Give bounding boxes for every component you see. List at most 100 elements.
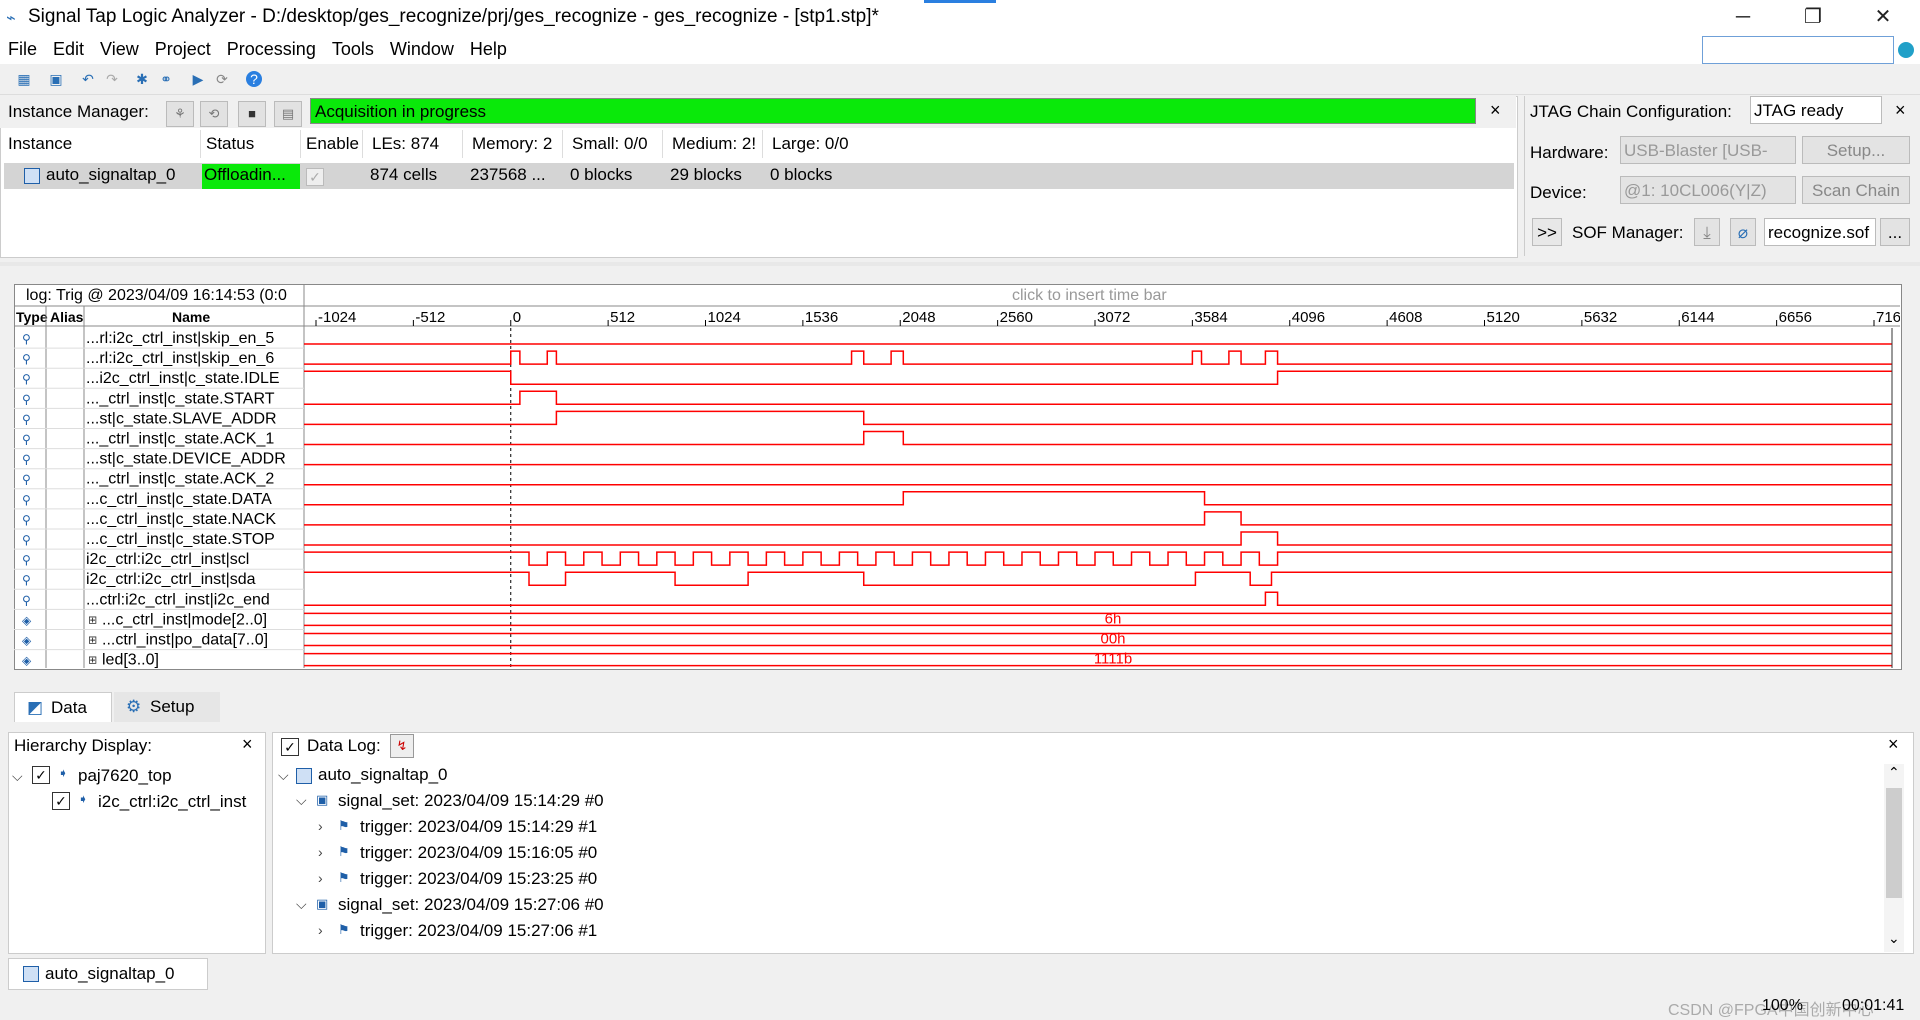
signal-name[interactable]: ...ctrl_inst|po_data[7..0]: [102, 632, 268, 649]
chevron-right-icon[interactable]: ›: [318, 844, 323, 860]
splitter[interactable]: [0, 262, 1920, 266]
instance-manager-close-button[interactable]: ×: [1490, 100, 1501, 121]
sof-file-field[interactable]: recognize.sof: [1764, 218, 1876, 246]
maximize-button[interactable]: ❐: [1790, 2, 1836, 32]
menu-file[interactable]: File: [0, 34, 45, 60]
chevron-right-icon[interactable]: ›: [318, 818, 323, 834]
signal-name[interactable]: i2c_ctrl:i2c_ctrl_inst|scl: [86, 551, 249, 568]
signal-name[interactable]: ...i2c_ctrl_inst|c_state.IDLE: [86, 370, 280, 387]
signal-name[interactable]: ..._ctrl_inst|c_state.ACK_1: [86, 431, 274, 448]
waveform-display[interactable]: -1024 -512 0 512 1024 1536 2048 2560 3072 3584 409…: [14, 284, 1900, 668]
data-log-scrollbar[interactable]: ⌃ ⌄: [1884, 764, 1904, 952]
menu-view[interactable]: View: [92, 34, 147, 60]
menu-help[interactable]: Help: [462, 34, 515, 60]
col-memory[interactable]: Memory: 2: [472, 134, 558, 154]
undo-icon[interactable]: ↶: [80, 71, 96, 87]
chevron-down-icon[interactable]: ⌵: [296, 792, 307, 809]
expand-bus-icon[interactable]: ⊞: [88, 654, 97, 667]
hierarchy-checkbox[interactable]: ✓: [52, 792, 70, 810]
setup-button[interactable]: Setup...: [1802, 136, 1910, 164]
col-les[interactable]: LEs: 874: [372, 134, 439, 154]
hardware-select[interactable]: USB-Blaster [USB-: [1620, 136, 1796, 164]
autorun-analysis-icon[interactable]: ⚘: [166, 101, 194, 127]
trigger-item[interactable]: trigger: 2023/04/09 15:23:25 #0: [360, 869, 597, 889]
signal-set-item[interactable]: signal_set: 2023/04/09 15:14:29 #0: [338, 791, 604, 811]
signal-name[interactable]: ...rl:i2c_ctrl_inst|skip_en_5: [86, 330, 274, 347]
run-analysis-icon[interactable]: ⟲: [200, 101, 228, 127]
minimize-button[interactable]: ─: [1720, 2, 1766, 32]
col-instance[interactable]: Instance: [8, 134, 72, 154]
stop-analysis-icon[interactable]: ■: [238, 101, 266, 127]
signal-name[interactable]: led[3..0]: [102, 652, 159, 668]
jtag-close-button[interactable]: ×: [1895, 100, 1906, 121]
signal-name[interactable]: ...c_ctrl_inst|c_state.DATA: [86, 491, 272, 508]
hierarchy-checkbox[interactable]: ✓: [32, 766, 50, 784]
chevron-down-icon[interactable]: ⌵: [278, 767, 289, 784]
chevron-down-icon[interactable]: ⌵: [296, 896, 307, 913]
autorun-icon[interactable]: ⟳: [214, 71, 230, 87]
menu-window[interactable]: Window: [382, 34, 462, 60]
col-status[interactable]: Status: [206, 134, 254, 154]
binoculars-icon[interactable]: ⚭: [158, 71, 174, 87]
signal-name[interactable]: ...c_ctrl_inst|c_state.STOP: [86, 531, 275, 548]
elapsed-time: 00:01:41: [1842, 997, 1905, 1014]
data-log-root[interactable]: auto_signaltap_0: [318, 765, 448, 785]
col-medium[interactable]: Medium: 2!: [672, 134, 762, 154]
signal-name[interactable]: ...ctrl:i2c_ctrl_inst|i2c_end: [86, 591, 270, 608]
signal-name[interactable]: ...st|c_state.SLAVE_ADDR: [86, 410, 277, 427]
col-large[interactable]: Large: 0/0: [772, 134, 849, 154]
col-enable[interactable]: Enable: [306, 134, 360, 154]
redo-icon[interactable]: ↷: [104, 71, 120, 87]
hierarchy-item[interactable]: i2c_ctrl:i2c_ctrl_inst: [98, 792, 260, 812]
menu-tools[interactable]: Tools: [324, 34, 382, 60]
scroll-thumb[interactable]: [1886, 788, 1902, 898]
menu-project[interactable]: Project: [147, 34, 219, 60]
tab-data[interactable]: ◩ Data: [14, 692, 112, 722]
menu-edit[interactable]: Edit: [45, 34, 92, 60]
data-log-action-icon[interactable]: ↯: [390, 734, 414, 758]
instance-manager-label: Instance Manager:: [8, 102, 149, 121]
signal-set-item[interactable]: signal_set: 2023/04/09 15:27:06 #0: [338, 895, 604, 915]
scroll-up-icon[interactable]: ⌃: [1888, 764, 1900, 781]
globe-icon[interactable]: [1898, 42, 1914, 58]
signal-name[interactable]: ..._ctrl_inst|c_state.START: [86, 390, 275, 407]
expand-button[interactable]: >>: [1532, 218, 1562, 246]
enable-checkbox[interactable]: ✓: [306, 168, 324, 186]
help-icon[interactable]: ?: [246, 71, 262, 87]
save-icon[interactable]: ▣: [48, 71, 64, 87]
hierarchy-close-button[interactable]: ×: [242, 734, 253, 755]
hierarchy-icon[interactable]: ▦: [16, 71, 32, 87]
signal-name[interactable]: ...c_ctrl_inst|c_state.NACK: [86, 511, 276, 528]
menu-processing[interactable]: Processing: [219, 34, 324, 60]
trigger-item[interactable]: trigger: 2023/04/09 15:27:06 #1: [360, 921, 597, 941]
browse-button[interactable]: ...: [1880, 218, 1910, 246]
signal-name[interactable]: ...rl:i2c_ctrl_inst|skip_en_6: [86, 350, 274, 367]
signal-name[interactable]: ..._ctrl_inst|c_state.ACK_2: [86, 471, 274, 488]
signal-name[interactable]: ...c_ctrl_inst|mode[2..0]: [102, 611, 267, 628]
scroll-down-icon[interactable]: ⌄: [1888, 930, 1900, 947]
chevron-right-icon[interactable]: ›: [318, 870, 323, 886]
attach-sof-icon[interactable]: ⌀: [1730, 218, 1756, 246]
close-button[interactable]: ✕: [1860, 2, 1906, 32]
search-input[interactable]: [1702, 36, 1894, 64]
program-device-icon[interactable]: ⤓: [1694, 218, 1720, 246]
expand-bus-icon[interactable]: ⊞: [88, 613, 97, 626]
hierarchy-item[interactable]: paj7620_top: [78, 766, 172, 786]
trigger-item[interactable]: trigger: 2023/04/09 15:16:05 #0: [360, 843, 597, 863]
expand-bus-icon[interactable]: ⊞: [88, 634, 97, 647]
scan-chain-button[interactable]: Scan Chain: [1802, 176, 1910, 204]
signal-name[interactable]: ...st|c_state.DEVICE_ADDR: [86, 451, 286, 468]
data-log-checkbox[interactable]: ✓: [281, 738, 299, 756]
run-icon[interactable]: ▶: [190, 71, 206, 87]
trigger-item[interactable]: trigger: 2023/04/09 15:14:29 #1: [360, 817, 597, 837]
chevron-right-icon[interactable]: ›: [318, 922, 323, 938]
tab-setup[interactable]: ⚙ Setup: [114, 692, 220, 722]
col-small[interactable]: Small: 0/0: [572, 134, 648, 154]
bottom-instance-tab[interactable]: auto_signaltap_0: [8, 958, 208, 990]
signal-name[interactable]: i2c_ctrl:i2c_ctrl_inst|sda: [86, 571, 256, 588]
device-select[interactable]: @1: 10CL006(Y|Z): [1620, 176, 1796, 204]
chevron-down-icon[interactable]: ⌵: [12, 768, 23, 785]
read-data-icon[interactable]: ▤: [274, 101, 302, 127]
data-log-close-button[interactable]: ×: [1888, 734, 1899, 755]
node-finder-icon[interactable]: ✱: [134, 71, 150, 87]
